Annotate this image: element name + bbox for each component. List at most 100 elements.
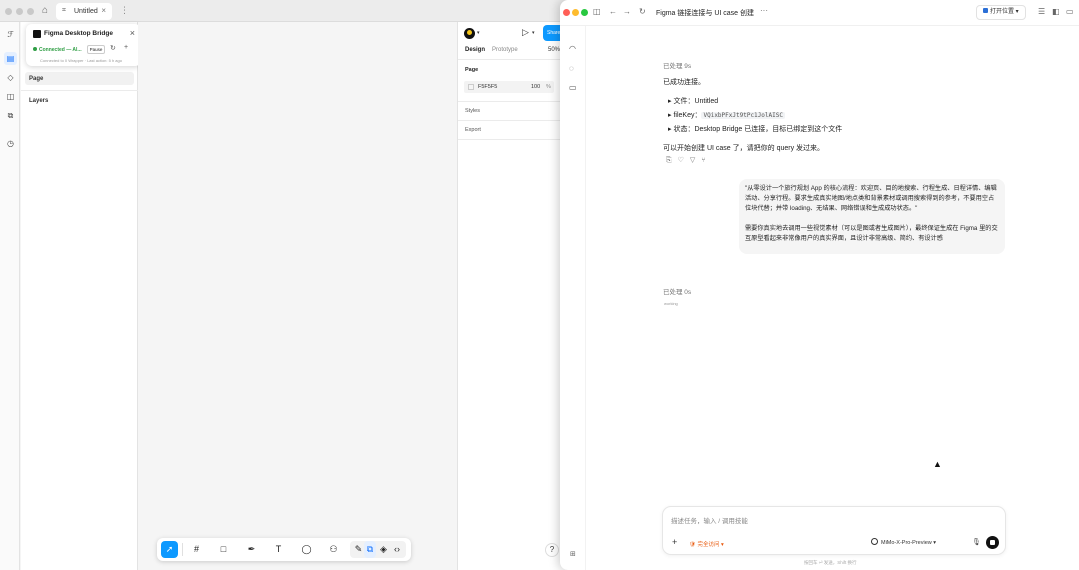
page-header: Page — [465, 67, 479, 73]
chat-rail: ◠ ◌ ▭ — [560, 26, 586, 570]
more-icon[interactable]: ⋮ — [120, 5, 129, 16]
chevron-down-icon[interactable]: ▾ — [477, 30, 480, 36]
forward-icon[interactable]: → — [623, 7, 631, 16]
chevron-down-icon[interactable]: ▾ — [532, 30, 535, 36]
split-view-icon[interactable]: ◧ — [1052, 7, 1060, 16]
copy-icon[interactable]: ⎘ — [666, 157, 678, 164]
zoom-level[interactable]: 50% — [548, 47, 560, 53]
percent-label: % — [546, 84, 551, 90]
assets-icon[interactable]: ◇ — [4, 71, 17, 84]
bullet-label: 状态： — [673, 126, 695, 133]
open-location-button[interactable]: 打开位置 ▾ — [976, 5, 1026, 20]
input-placeholder[interactable]: 描述任务，输入 / 调用技能 — [671, 515, 748, 525]
file-tab-label: Untitled — [74, 8, 98, 15]
open-location-label: 打开位置 — [990, 9, 1015, 15]
headset-icon[interactable]: ◠ — [569, 44, 576, 53]
figma-logo-icon[interactable]: ℱ — [4, 28, 17, 41]
help-button[interactable]: ? — [545, 543, 559, 557]
sidebar-toggle-icon[interactable]: ◫ — [593, 7, 601, 16]
ai-message-line: 可以开始创建 UI case 了，请把你的 query 发过来。 — [663, 145, 825, 152]
file-tab[interactable]: ⌗ Untitled × — [56, 3, 112, 20]
inbox-icon[interactable]: ▭ — [569, 83, 577, 92]
window-close-button[interactable] — [5, 8, 12, 15]
avatar[interactable] — [464, 28, 475, 39]
model-label: MiMo-X-Pro-Preview — [881, 540, 932, 546]
microphone-icon[interactable]: 🎙 — [972, 538, 981, 546]
panel-icon[interactable]: ▭ — [1066, 7, 1074, 16]
chat-input[interactable]: 描述任务，输入 / 调用技能 + 🛡 完全访问 ▾ MiMo-X-Pro-Pre… — [662, 506, 1006, 555]
divider — [458, 139, 567, 140]
access-mode-button[interactable]: 🛡 完全访问 ▾ — [689, 540, 724, 548]
figma-tool-rail: ℱ ▤ ◇ ◫ ⧉ ◷ — [0, 22, 20, 570]
chat-icon[interactable]: ◌ — [569, 64, 574, 73]
window-close-button[interactable] — [563, 9, 570, 16]
pen-tool-icon[interactable]: ✒ — [243, 541, 260, 558]
thumbs-down-icon[interactable]: ▽ — [690, 157, 701, 164]
fill-opacity[interactable]: 100 — [531, 84, 540, 90]
window-zoom-button[interactable] — [27, 8, 34, 15]
ai-working-text: working — [664, 301, 678, 306]
window-minimize-button[interactable] — [572, 9, 579, 16]
file-icon: ⌗ — [62, 7, 66, 14]
move-tool-icon[interactable]: ➚ — [161, 541, 178, 558]
more-icon[interactable]: ··· — [760, 6, 768, 15]
ai-status: 已处理 0s — [663, 289, 692, 296]
file-rail-icon[interactable]: ▤ — [4, 52, 17, 65]
close-icon[interactable]: × — [130, 28, 135, 38]
styles-header[interactable]: Styles — [465, 108, 480, 114]
refresh-icon[interactable]: ↻ — [639, 7, 646, 16]
bullet-value: Desktop Bridge 已连接，目标已绑定到这个文件 — [694, 126, 843, 133]
chat-title: Figma 链接连接与 UI case 创建 — [656, 10, 755, 17]
comment-tool-icon[interactable]: ◯ — [298, 541, 315, 558]
play-icon[interactable]: ▷ — [522, 27, 529, 38]
design-mode-icon[interactable]: ⧉ — [364, 541, 376, 558]
prototype-mode-icon[interactable]: ◈ — [377, 541, 390, 558]
tab-prototype[interactable]: Prototype — [492, 47, 518, 53]
close-icon[interactable]: × — [101, 6, 106, 15]
pages-header: Page — [29, 76, 44, 82]
text-tool-icon[interactable]: T — [270, 541, 287, 558]
list-item: ▸ fileKey： VQixbPFxJt9tPc1JolAISC — [668, 112, 785, 119]
color-swatch[interactable] — [468, 84, 474, 90]
list-icon[interactable]: ☰ — [1038, 7, 1045, 16]
dev-mode-icon[interactable]: ⧉ — [4, 109, 17, 122]
frame-tool-icon[interactable]: # — [188, 541, 205, 558]
refresh-icon[interactable]: ↻ — [110, 44, 116, 52]
grid-icon[interactable]: ⊞ — [570, 550, 576, 558]
window-zoom-button[interactable] — [581, 9, 588, 16]
footer-note: 按回车 ⏎ 发送，Shift 换行 — [804, 560, 857, 565]
chat-window: ◫ ← → ↻ Figma 链接连接与 UI case 创建 ··· 打开位置 … — [560, 0, 1079, 570]
status-text: Connected — Al... — [39, 47, 82, 53]
plugins-icon[interactable]: ◫ — [4, 90, 17, 103]
thumbs-up-icon[interactable]: ♡ — [678, 157, 690, 164]
actions-tool-icon[interactable]: ⚇ — [325, 541, 342, 558]
status-dot-icon — [33, 47, 37, 51]
bottom-toolbar: ➚ # □ ✒ T ◯ ⚇ ✎ ⧉ ◈ ‹› — [157, 538, 411, 561]
history-icon[interactable]: ◷ — [4, 137, 17, 150]
divider — [458, 59, 567, 60]
window-minimize-button[interactable] — [16, 8, 23, 15]
back-icon[interactable]: ← — [609, 7, 617, 16]
export-header[interactable]: Export — [465, 127, 481, 133]
access-mode-label: 完全访问 — [697, 542, 720, 548]
page-fill-row[interactable]: F5F5F5 100 % — [464, 81, 554, 93]
stop-button[interactable] — [986, 536, 999, 549]
properties-panel: ▾ ▷ ▾ Share Design Prototype 50% Page F5… — [457, 22, 567, 570]
home-icon[interactable]: ⌂ — [42, 5, 48, 16]
dev-mode-icon[interactable]: ‹› — [390, 541, 404, 558]
figma-window: ⌂ ⌗ Untitled × ⋮ ℱ ▤ ◇ ◫ ⧉ ◷ Page Layers… — [0, 0, 567, 570]
pause-button[interactable]: Pause — [87, 45, 105, 54]
model-selector[interactable]: MiMo-X-Pro-Preview ▾ — [881, 540, 936, 546]
tab-design[interactable]: Design — [465, 47, 485, 53]
fill-hex[interactable]: F5F5F5 — [478, 84, 497, 90]
file-key-code: VQixbPFxJt9tPc1JolAISC — [701, 112, 785, 119]
ai-status: 已处理 9s — [663, 63, 692, 70]
plus-icon[interactable]: + — [672, 537, 677, 547]
plugin-subtitle: Connected to 0 Wrapper · Last action: 5 … — [40, 58, 122, 63]
canvas[interactable] — [138, 22, 457, 570]
layers-panel: Page Layers — [21, 22, 138, 570]
branch-icon[interactable]: ⑂ — [701, 157, 711, 164]
divider — [182, 543, 183, 556]
rectangle-tool-icon[interactable]: □ — [215, 541, 232, 558]
plus-icon[interactable]: + — [124, 44, 128, 51]
